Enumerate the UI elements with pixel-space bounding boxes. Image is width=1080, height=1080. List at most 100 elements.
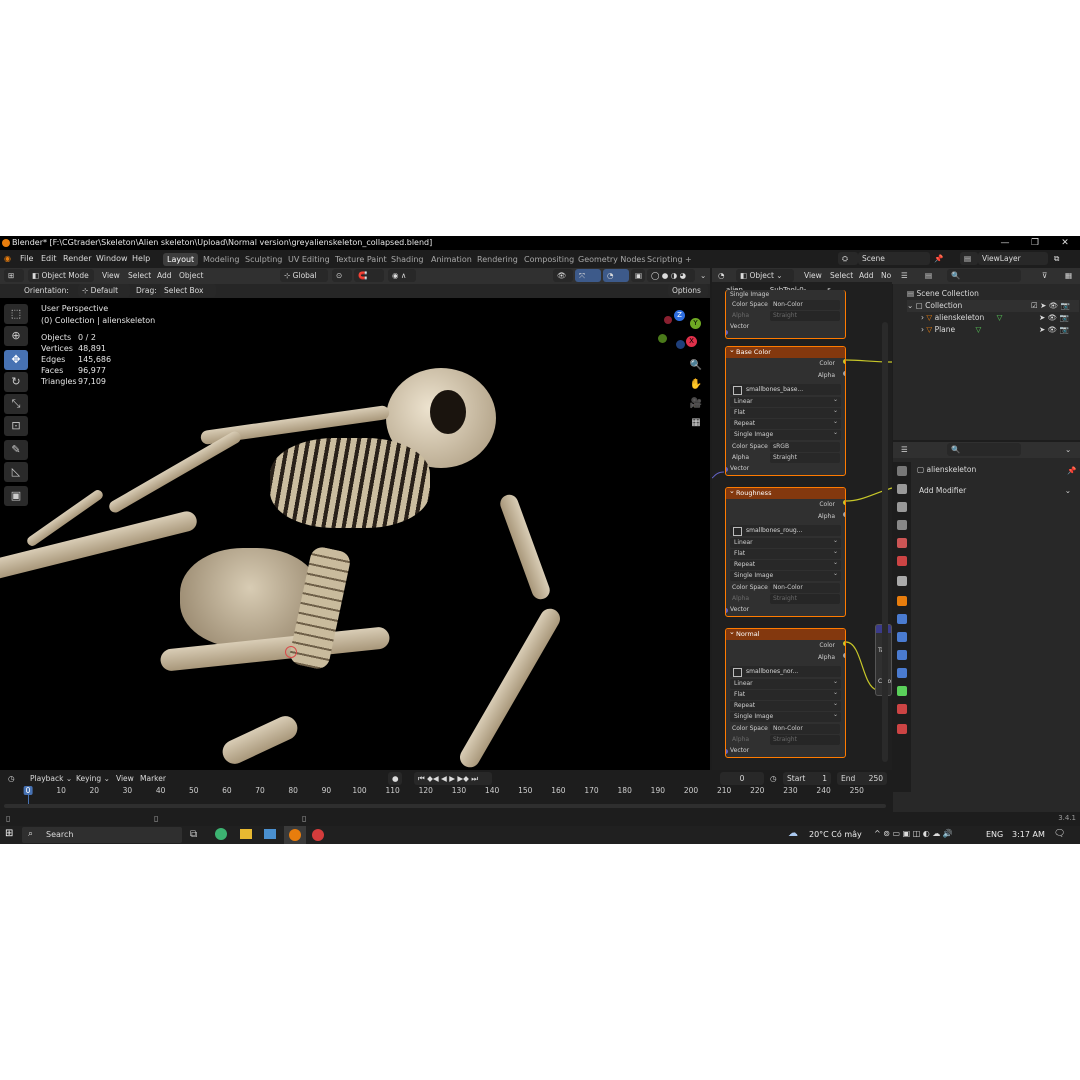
timeline-tick[interactable]: 150 [518, 786, 532, 795]
node-menu-view[interactable]: View [800, 269, 826, 282]
vector-socket[interactable] [726, 330, 728, 335]
menu-window[interactable]: Window [96, 253, 128, 265]
object-tab-icon[interactable] [897, 596, 907, 606]
outliner-scene-collection[interactable]: ▤ Scene Collection [907, 288, 979, 300]
chrome-app-icon[interactable] [215, 828, 227, 840]
properties-search[interactable]: 🔍 [947, 443, 1021, 456]
viewport-menu-view[interactable]: View [98, 269, 124, 282]
tab-modeling[interactable]: Modeling [199, 253, 243, 266]
timeline-tick[interactable]: 130 [452, 786, 466, 795]
timeline-menu-keying[interactable]: Keying ⌄ [72, 772, 114, 785]
shader-type-selector[interactable]: ◧ Object ⌄ [736, 269, 794, 282]
orientation-selector[interactable]: ⊹ Default [78, 284, 130, 297]
timeline-tick[interactable]: 70 [255, 786, 265, 795]
outliner-item-alienskeleton[interactable]: › ▽ alienskeleton ▽ [921, 312, 1002, 324]
overlay-toggle-icon[interactable]: ◔ [603, 269, 629, 282]
value[interactable]: Non-Color [770, 724, 840, 734]
timeline-tick[interactable]: 20 [90, 786, 100, 795]
notification-icon[interactable]: 🗨 [1054, 829, 1065, 839]
timeline-tick[interactable]: 90 [322, 786, 332, 795]
snap-icon[interactable]: 🧲 [354, 269, 384, 282]
timeline-menu-view[interactable]: View [112, 772, 138, 785]
tab-geometry-nodes[interactable]: Geometry Nodes [574, 253, 649, 266]
gizmo-neg-x[interactable] [664, 316, 672, 324]
timeline-tick[interactable]: 190 [651, 786, 665, 795]
view-layer-tab-icon[interactable] [897, 520, 907, 530]
outliner-search[interactable]: 🔍 [947, 269, 1021, 282]
weather-text[interactable]: 20°C Có mây [809, 830, 862, 839]
scene-type-icon[interactable]: ⛭ [838, 252, 858, 265]
value[interactable]: Non-Color [770, 300, 840, 310]
menu-render[interactable]: Render [63, 253, 91, 265]
scene-selector[interactable]: Scene [858, 252, 930, 265]
scale-tool-icon[interactable]: ⤡ [4, 394, 28, 414]
color-output-socket[interactable] [843, 359, 845, 364]
collection-controls[interactable]: ☑ ➤ 👁 📷 [1031, 300, 1070, 312]
gizmo-y-axis[interactable]: Y [690, 318, 701, 329]
timeline-tick[interactable]: 250 [850, 786, 864, 795]
zoom-icon[interactable]: 🔍 [688, 358, 704, 374]
plane-controls[interactable]: ➤ 👁 📷 [1039, 324, 1069, 336]
timeline-tick[interactable]: 100 [352, 786, 366, 795]
menu-help[interactable]: Help [132, 253, 150, 265]
collection-tab-icon[interactable] [897, 576, 907, 586]
outliner-editor-icon[interactable]: ☰ [897, 269, 912, 282]
new-collection-icon[interactable]: ▦ [1061, 269, 1076, 282]
viewport-menu-object[interactable]: Object [175, 269, 207, 282]
node-title[interactable]: Base Color [726, 347, 845, 358]
mode-selector[interactable]: ◧ Object Mode ⌄ [28, 269, 94, 293]
timeline-tick[interactable]: 240 [816, 786, 830, 795]
end-frame-field[interactable]: End 250 [837, 772, 887, 785]
menu-edit[interactable]: Edit [41, 253, 57, 265]
playback-controls[interactable]: ⏮ ◆◀ ◀ ▶ ▶◆ ⏭ [414, 772, 492, 785]
gizmo-neg-z[interactable] [676, 340, 685, 349]
menu-file[interactable]: File [20, 253, 33, 265]
gizmo-x-axis[interactable]: X [686, 336, 697, 347]
image-selector[interactable]: smallbones_nor... [730, 666, 841, 677]
move-tool-icon[interactable]: ✥ [4, 350, 28, 370]
scene-tab-icon[interactable] [897, 538, 907, 548]
red-app-icon[interactable] [312, 829, 324, 841]
alpha-output-socket[interactable] [843, 512, 845, 517]
measure-tool-icon[interactable]: ◺ [4, 462, 28, 482]
view-layer-copy-icon[interactable]: ⧉ [1050, 252, 1063, 265]
interpolation-select[interactable]: Linear [730, 395, 841, 407]
projection-select[interactable]: Flat [730, 406, 841, 418]
particles-tab-icon[interactable] [897, 632, 907, 642]
properties-options-icon[interactable]: ⌄ [1061, 443, 1075, 456]
physics-tab-icon[interactable] [897, 650, 907, 660]
gizmo-neg-y[interactable] [658, 334, 667, 343]
image-texture-node-base-color[interactable]: Base Color Color Alpha smallbones_base..… [725, 346, 846, 476]
colorspace-row[interactable]: Color Space Non-Color [726, 723, 845, 734]
tab-sculpting[interactable]: Sculpting [241, 253, 286, 266]
tab-shading[interactable]: Shading [387, 253, 428, 266]
material-tab-icon[interactable] [897, 704, 907, 714]
interpolation-select[interactable]: Linear [730, 536, 841, 548]
add-cube-tool-icon[interactable]: ▣ [4, 486, 28, 506]
tab-compositing[interactable]: Compositing [520, 253, 578, 266]
clock[interactable]: 3:17 AM [1012, 830, 1045, 839]
cursor-tool-icon[interactable]: ⊕ [4, 326, 28, 346]
node-menu-add[interactable]: Add [855, 269, 878, 282]
view-layer-selector[interactable]: ViewLayer [978, 252, 1048, 265]
options-button[interactable]: Options [668, 284, 708, 297]
timeline-editor-icon[interactable]: ◷ [4, 772, 19, 785]
image-texture-node-normal[interactable]: Normal Color Alpha smallbones_nor... Lin… [725, 628, 846, 758]
gizmo-z-axis[interactable]: Z [674, 310, 685, 321]
ortho-grid-icon[interactable]: ▦ [688, 415, 704, 431]
scene-pin-icon[interactable]: 📌 [930, 252, 947, 265]
add-workspace-button[interactable]: + [681, 253, 696, 266]
transform-orientation-selector[interactable]: ⊹ Global [280, 269, 328, 282]
editor-type-icon[interactable]: ⊞ [4, 269, 24, 282]
camera-view-icon[interactable]: 🎥 [688, 396, 704, 412]
add-modifier-button[interactable]: Add Modifier ⌄ [915, 484, 1075, 498]
node-menu-select[interactable]: Select [826, 269, 857, 282]
windows-start-icon[interactable]: ⊞ [5, 829, 15, 839]
timeline-tick[interactable]: 60 [222, 786, 232, 795]
output-tab-icon[interactable] [897, 502, 907, 512]
rotate-tool-icon[interactable]: ↻ [4, 372, 28, 392]
shader-node-editor[interactable]: alien... SubTool-0-... s... Single Image… [712, 282, 892, 770]
proportional-edit-icon[interactable]: ◉ ∧ [388, 269, 416, 282]
tab-texture-paint[interactable]: Texture Paint [331, 253, 391, 266]
timeline-tick[interactable]: 80 [288, 786, 298, 795]
